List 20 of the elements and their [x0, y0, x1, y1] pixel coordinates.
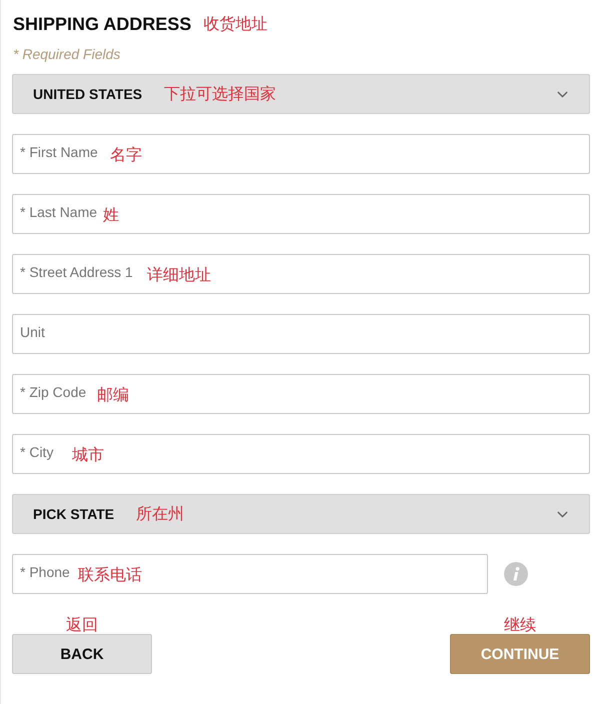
annotation-text: 联系电话 [78, 566, 142, 584]
annotation-text: 下拉可选择国家 [164, 85, 276, 103]
select-dropdown[interactable]: PICK STATE 所在州 [12, 494, 590, 534]
info-icon[interactable] [504, 562, 528, 586]
annotation-text: 邮编 [97, 386, 129, 404]
annotation-text: 继续 [504, 616, 536, 634]
annotation-text: 城市 [72, 446, 104, 464]
annotation-text: 姓 [103, 206, 119, 224]
select-value: UNITED STATES [33, 86, 142, 102]
section-title: SHIPPING ADDRESS [13, 14, 192, 34]
annotation-text: 返回 [66, 616, 98, 634]
annotation-text: 详细地址 [147, 266, 211, 284]
annotation-text: 名字 [110, 146, 142, 164]
annotation-text: 所在州 [136, 505, 184, 523]
required-fields-note: * Required Fields [13, 45, 122, 64]
select-value: PICK STATE [33, 506, 114, 522]
back-button[interactable]: BACK [12, 634, 152, 674]
annotation-text: 收货地址 [203, 15, 268, 33]
input-field[interactable]: Unit [12, 314, 590, 354]
select-dropdown[interactable]: UNITED STATES 下拉可选择国家 [12, 74, 590, 114]
